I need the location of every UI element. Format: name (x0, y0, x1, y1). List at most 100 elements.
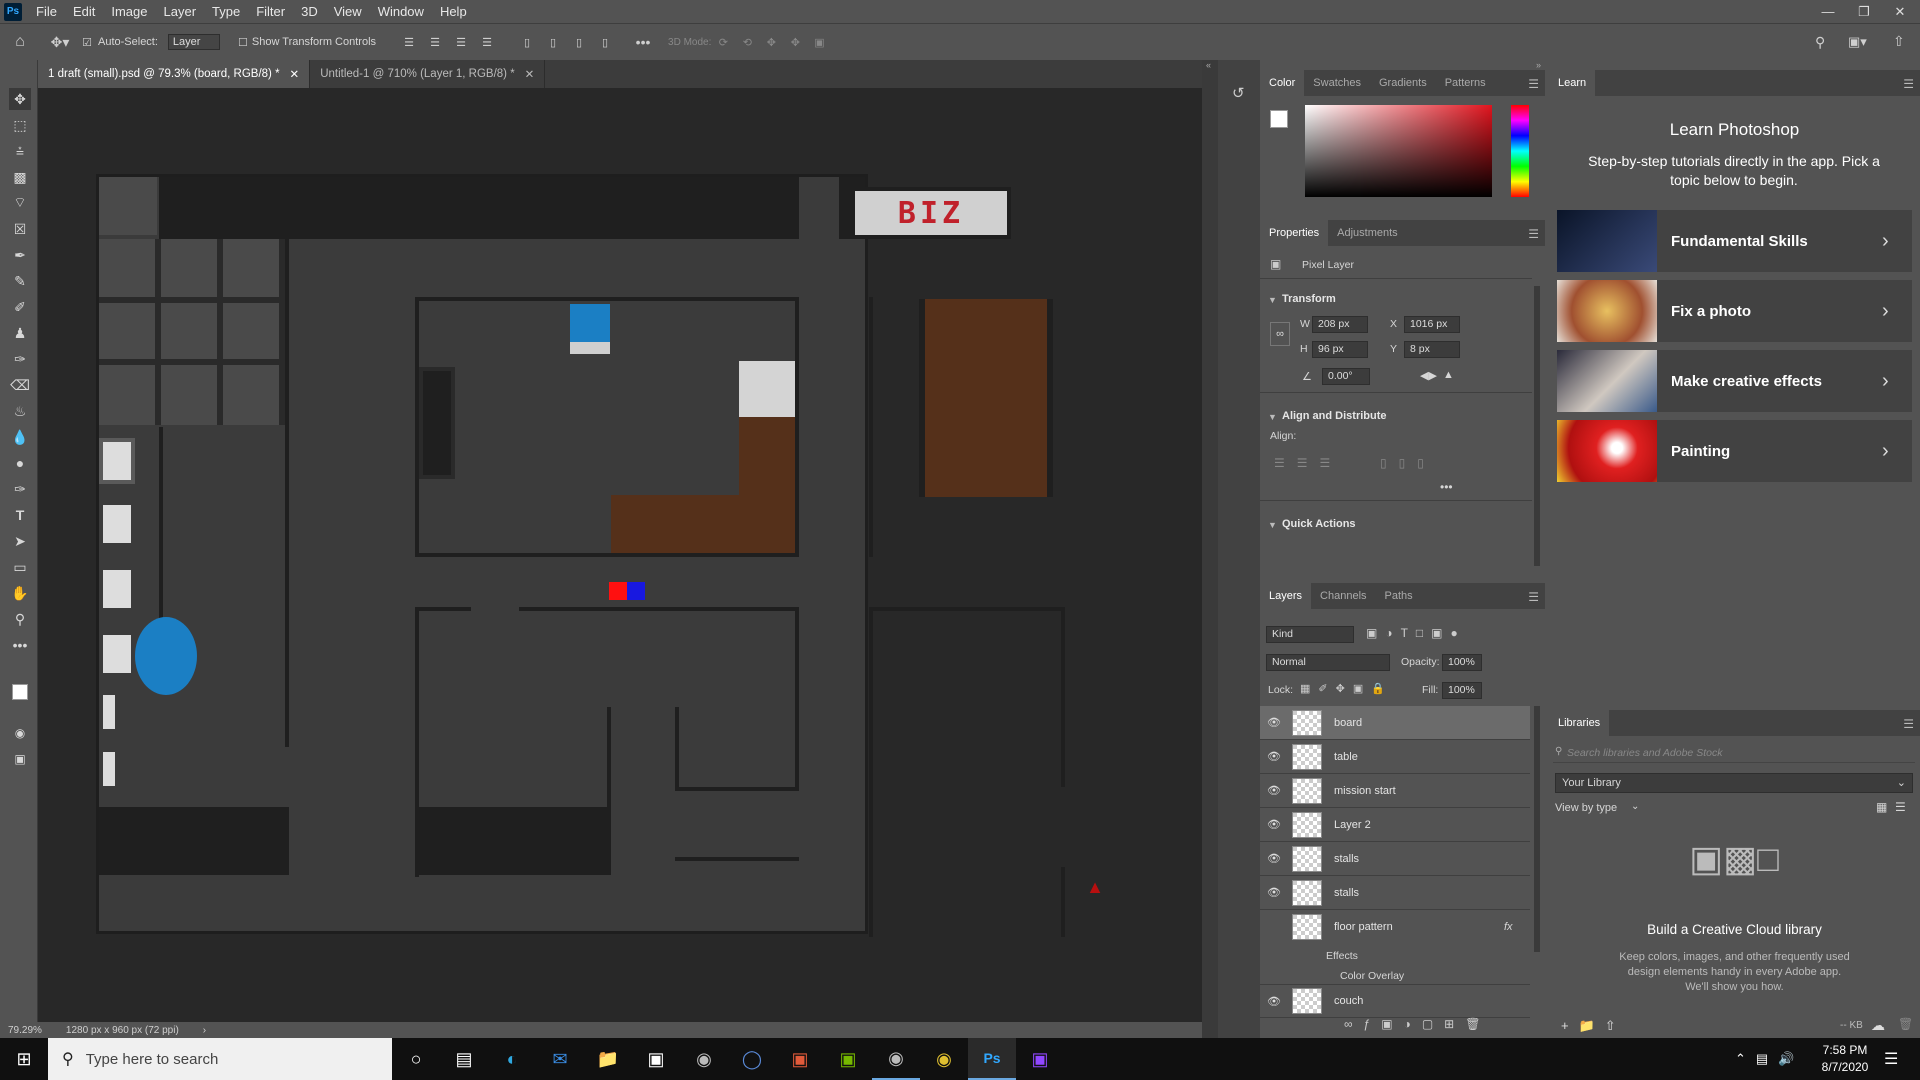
close-icon[interactable]: ✕ (1882, 0, 1918, 23)
hand-tool-icon[interactable]: ✋ (9, 582, 31, 604)
align-bottom-icon[interactable]: ▯ (566, 36, 592, 49)
filter-icons[interactable]: ▣◑T□▣● (1366, 626, 1466, 640)
brush-tool-icon[interactable]: ✐ (9, 296, 31, 318)
rectangle-tool-icon[interactable]: ▭ (9, 556, 31, 578)
panel-menu-icon[interactable]: ☰ (1903, 77, 1914, 91)
mail-icon[interactable]: ✉ (536, 1038, 584, 1080)
align-left-icon[interactable]: ☰ (396, 36, 422, 49)
eye-icon[interactable]: 👁 (1260, 886, 1288, 899)
flip-horizontal-icon[interactable]: ◀▶ (1420, 369, 1437, 382)
edit-toolbar-icon[interactable]: ••• (9, 634, 31, 656)
tab-paths[interactable]: Paths (1376, 583, 1422, 609)
eye-icon[interactable]: 👁 (1260, 750, 1288, 763)
nvidia-icon[interactable]: ▣ (824, 1038, 872, 1080)
layer-row[interactable]: floor pattern fx (1260, 910, 1530, 944)
layer-row[interactable]: 👁 mission start (1260, 774, 1530, 808)
minimize-icon[interactable]: — (1810, 0, 1846, 23)
panel-menu-icon[interactable]: ☰ (1903, 717, 1914, 731)
path-select-icon[interactable]: ➤ (9, 530, 31, 552)
opacity-field[interactable]: 100% (1442, 654, 1482, 671)
chevron-down-icon[interactable]: ▼ (1268, 295, 1277, 305)
share-icon[interactable]: ⇧ (1893, 33, 1905, 50)
width-field[interactable]: 208 px (1312, 316, 1368, 333)
move-tool-icon[interactable]: ✥ (9, 88, 31, 110)
tab-gradients[interactable]: Gradients (1370, 70, 1436, 96)
tab-libraries[interactable]: Libraries (1549, 710, 1610, 736)
3d-roll-icon[interactable]: ⟲ (735, 36, 759, 49)
panel-menu-icon[interactable]: ☰ (1528, 590, 1539, 604)
taskbar-search-box[interactable]: ⚲ Type here to search (48, 1038, 392, 1080)
dodge-tool-icon[interactable]: ● (9, 452, 31, 474)
menu-window[interactable]: Window (370, 4, 432, 19)
object-select-tool-icon[interactable]: ▩ (9, 166, 31, 188)
steam-running-icon[interactable]: ◉ (872, 1038, 920, 1080)
notifications-icon[interactable]: ☰ (1884, 1049, 1898, 1069)
panel-menu-icon[interactable]: ☰ (1528, 77, 1539, 91)
photoshop-taskbar-icon[interactable]: Ps (968, 1038, 1016, 1080)
eye-icon[interactable]: 👁 (1260, 716, 1288, 729)
3d-orbit-icon[interactable]: ⟳ (711, 36, 735, 49)
pen-tool-icon[interactable]: ✑ (9, 478, 31, 500)
windows-start-icon[interactable]: ⊞ (0, 1038, 48, 1080)
tab-layers[interactable]: Layers (1260, 583, 1312, 609)
steam-icon[interactable]: ◉ (680, 1038, 728, 1080)
volume-icon[interactable]: 🔊 (1778, 1051, 1794, 1067)
foreground-swatch[interactable] (1270, 110, 1288, 128)
chrome-icon[interactable]: ◉ (920, 1038, 968, 1080)
menu-layer[interactable]: Layer (156, 4, 205, 19)
more-options-icon[interactable]: ••• (628, 34, 658, 50)
clock[interactable]: 7:58 PM 8/7/2020 (1810, 1042, 1880, 1076)
tab-channels[interactable]: Channels (1311, 583, 1375, 609)
menu-filter[interactable]: Filter (248, 4, 293, 19)
distribute-vertical-icon[interactable]: ▯ (592, 36, 618, 49)
layer-row[interactable]: 👁 stalls (1260, 842, 1530, 876)
menu-3d[interactable]: 3D (293, 4, 326, 19)
chevron-down-icon[interactable]: ▼ (1268, 412, 1277, 422)
menu-file[interactable]: File (28, 4, 65, 19)
tab-adjustments[interactable]: Adjustments (1328, 220, 1407, 246)
eye-icon[interactable]: 👁 (1260, 852, 1288, 865)
lock-icons[interactable]: ▦✐✥▣🔒 (1300, 682, 1393, 695)
close-tab-icon[interactable]: ✕ (290, 67, 300, 81)
cortana-icon[interactable]: ○ (392, 1038, 440, 1080)
stamp-tool-icon[interactable]: ♟ (9, 322, 31, 344)
show-transform-checkbox[interactable]: ☐ (234, 36, 252, 49)
align-middle-icon[interactable]: ▯ (540, 36, 566, 49)
distribute-icon[interactable]: ☰ (474, 36, 500, 49)
foreground-color-swatch[interactable] (12, 684, 28, 700)
task-view-icon[interactable]: ▤ (440, 1038, 488, 1080)
edge-icon[interactable]: ◐ (488, 1038, 536, 1080)
3d-camera-icon[interactable]: ▣ (807, 36, 831, 49)
view-by-type[interactable]: View by type (1555, 802, 1617, 814)
eye-icon[interactable]: 👁 (1260, 818, 1288, 831)
properties-scrollbar[interactable] (1534, 286, 1540, 566)
y-field[interactable]: 8 px (1404, 341, 1460, 358)
collapse-icon[interactable]: « (1206, 60, 1211, 70)
tray-chevron-icon[interactable]: ⌃ (1735, 1051, 1746, 1067)
eye-icon[interactable]: 👁 (1260, 995, 1288, 1008)
zoom-level[interactable]: 79.29% (8, 1025, 42, 1036)
document-canvas[interactable]: BIZ ▲ (96, 174, 1104, 937)
tab-properties[interactable]: Properties (1260, 220, 1329, 246)
screen-mode-icon[interactable]: ▣ (9, 748, 31, 770)
auto-select-checkbox[interactable]: ☑ (80, 36, 94, 49)
align-buttons[interactable]: ☰☰☰ (1274, 456, 1342, 470)
layer-row[interactable]: 👁 Layer 2 (1260, 808, 1530, 842)
fx-icon[interactable]: fx (1504, 921, 1513, 933)
home-icon[interactable]: ⌂ (0, 33, 40, 51)
3d-slide-icon[interactable]: ✥ (783, 36, 807, 49)
history-icon[interactable]: ↺ (1232, 84, 1245, 102)
fill-field[interactable]: 100% (1442, 682, 1482, 699)
quick-mask-icon[interactable]: ◉ (9, 722, 31, 744)
align-center-icon[interactable]: ☰ (422, 36, 448, 49)
menu-edit[interactable]: Edit (65, 4, 103, 19)
close-tab-icon[interactable]: ✕ (525, 67, 535, 81)
tab-swatches[interactable]: Swatches (1304, 70, 1370, 96)
chevron-down-icon[interactable]: ▼ (1268, 520, 1277, 530)
learn-card-fundamental[interactable]: Fundamental Skills › (1557, 210, 1912, 272)
search-icon[interactable]: ⚲ (1815, 34, 1825, 51)
zoom-tool-icon[interactable]: ⚲ (9, 608, 31, 630)
height-field[interactable]: 96 px (1312, 341, 1368, 358)
blur-tool-icon[interactable]: 💧 (9, 426, 31, 448)
menu-image[interactable]: Image (103, 4, 155, 19)
